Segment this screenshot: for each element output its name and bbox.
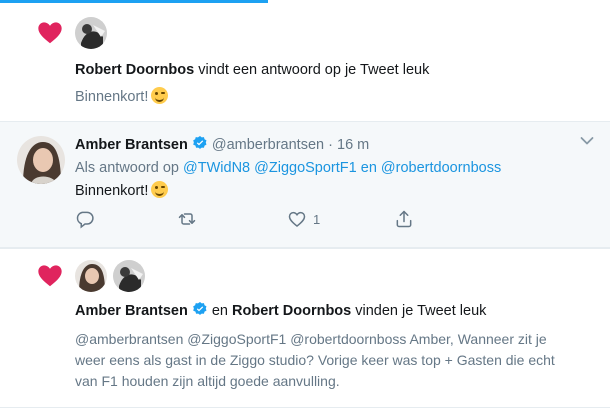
reply-icon xyxy=(76,211,94,229)
heart-icon xyxy=(38,22,62,44)
tab-indicator xyxy=(0,0,268,3)
share-button[interactable] xyxy=(394,208,414,230)
conjunction-text: en xyxy=(211,303,228,319)
actor-name[interactable]: Amber Brantsen xyxy=(75,303,188,319)
like-notification-card[interactable]: Amber Brantsen en Robert Doornbos vinden… xyxy=(0,249,610,408)
avatar-amber-brantsen[interactable] xyxy=(17,136,65,184)
tweet-actions: 1 xyxy=(75,208,435,232)
tweet-text: Binnenkort! xyxy=(75,89,149,105)
avatar-robert-doornbos[interactable] xyxy=(113,260,145,292)
reply-tweet-card[interactable]: Amber Brantsen @amberbrantsen · 16 m Als… xyxy=(0,122,610,248)
retweet-button[interactable] xyxy=(177,208,197,230)
like-count: 1 xyxy=(313,211,321,227)
reply-button[interactable] xyxy=(75,208,95,230)
chevron-down-icon[interactable] xyxy=(580,136,594,146)
avatar-amber-brantsen[interactable] xyxy=(75,260,107,292)
action-text: vindt een antwoord op je Tweet leuk xyxy=(198,62,430,78)
notification-text: Amber Brantsen en Robert Doornbos vinden… xyxy=(75,301,486,321)
share-icon xyxy=(396,210,412,228)
avatar-robert-doornbos[interactable] xyxy=(75,17,107,49)
mention-link[interactable]: @robertdoornboss xyxy=(381,160,501,176)
retweet-icon xyxy=(178,213,196,225)
verified-badge-icon xyxy=(193,302,207,315)
reply-prefix: Als antwoord op xyxy=(75,160,179,176)
tweet-text: @amberbrantsen @ZiggoSportF1 @robertdoor… xyxy=(75,331,555,389)
mention-link[interactable]: @TWidN8 xyxy=(183,160,250,176)
tweet-text: Binnenkort! xyxy=(75,183,149,199)
like-notification-card[interactable]: Robert Doornbos vindt een antwoord op je… xyxy=(0,0,610,122)
liked-tweet-text: Binnenkort! xyxy=(75,87,169,107)
mention-link[interactable]: @ZiggoSportF1 xyxy=(254,160,357,176)
reply-context: Als antwoord op @TWidN8 @ZiggoSportF1 en… xyxy=(75,158,501,178)
author-handle[interactable]: @amberbrantsen xyxy=(212,137,324,153)
liked-tweet-text: @amberbrantsen @ZiggoSportF1 @robertdoor… xyxy=(75,329,580,392)
action-text: vinden je Tweet leuk xyxy=(355,303,487,319)
tweet-body: Binnenkort! xyxy=(75,181,169,201)
heart-icon xyxy=(38,265,62,287)
actor-name[interactable]: Robert Doornbos xyxy=(75,62,194,78)
wink-emoji xyxy=(151,181,169,198)
actor-name[interactable]: Robert Doornbos xyxy=(232,303,351,319)
verified-badge-icon xyxy=(193,136,207,149)
author-name[interactable]: Amber Brantsen xyxy=(75,137,188,153)
notification-text: Robert Doornbos vindt een antwoord op je… xyxy=(75,60,429,80)
tweet-header: Amber Brantsen @amberbrantsen · 16 m xyxy=(75,135,369,155)
separator: · xyxy=(328,137,333,153)
like-icon xyxy=(288,211,306,228)
wink-emoji xyxy=(151,87,169,104)
mention-conjunction: en xyxy=(360,160,377,176)
like-button[interactable]: 1 xyxy=(287,208,320,230)
tweet-time[interactable]: 16 m xyxy=(337,137,369,153)
